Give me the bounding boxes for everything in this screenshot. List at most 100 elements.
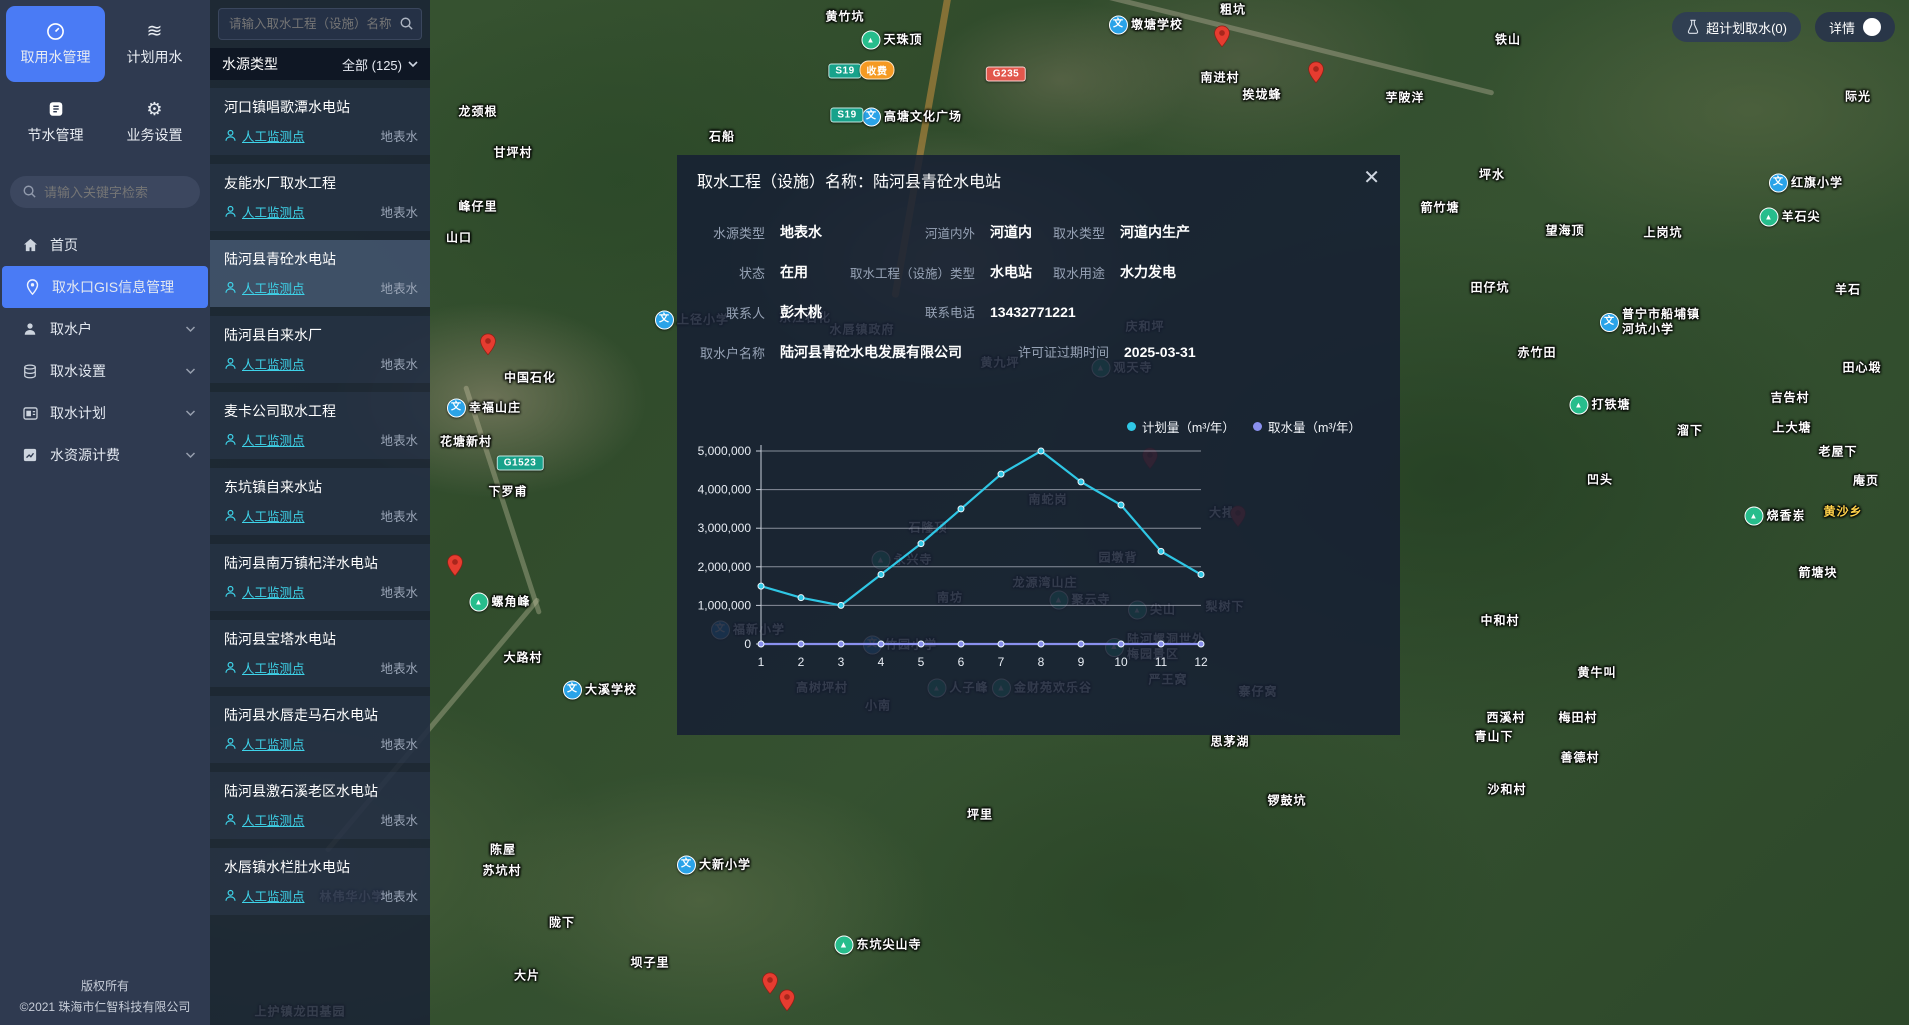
monitor-type-link[interactable]: 人工监测点	[242, 658, 305, 677]
monitor-type-link[interactable]: 人工监测点	[242, 430, 305, 449]
monitor-type-link[interactable]: 人工监测点	[242, 202, 305, 221]
search-icon[interactable]	[399, 16, 414, 36]
sidebar-item-pin[interactable]: 取水口GIS信息管理	[2, 266, 208, 308]
sidebar-item-card[interactable]: 取水计划	[0, 392, 210, 434]
modal-header: 取水工程（设施）名称：陆河县青砼水电站 ✕	[677, 155, 1400, 192]
copyright-line1: 版权所有	[0, 976, 210, 996]
detail-field: 水源类型地表水	[685, 222, 822, 242]
svg-text:6: 6	[958, 655, 965, 669]
map-poi-label[interactable]: 文大溪学校	[563, 681, 637, 700]
mountain-marker-icon: ▲	[469, 593, 488, 612]
map-poi-label[interactable]: ▲天珠顶	[861, 31, 922, 50]
note-icon	[47, 99, 65, 119]
svg-text:9: 9	[1078, 655, 1085, 669]
map-poi-label[interactable]: ▲打铁塘	[1569, 396, 1630, 415]
map-place-label: 梅田村	[1558, 711, 1597, 726]
monitor-type-link[interactable]: 人工监测点	[242, 810, 305, 829]
map-poi-label[interactable]: 文红旗小学	[1769, 174, 1843, 193]
monitor-type-link[interactable]: 人工监测点	[242, 278, 305, 297]
sidebar-search	[10, 176, 200, 208]
copyright-line2: ©2021 珠海市仁智科技有限公司	[0, 997, 210, 1017]
map-poi-label[interactable]: ▲东坑尖山寺	[834, 936, 921, 955]
facility-list-item[interactable]: 河口镇唱歌潭水电站人工监测点地表水	[210, 88, 430, 155]
toggle-knob[interactable]	[1863, 18, 1881, 36]
monitor-type-link[interactable]: 人工监测点	[242, 126, 305, 145]
module-waves[interactable]: ≋计划用水	[105, 6, 204, 82]
map-place-label: 羊石	[1835, 283, 1861, 298]
map-place-label: 大片	[514, 969, 540, 984]
person-icon	[224, 661, 237, 674]
map-poi-label[interactable]: 文高塘文化广场	[862, 108, 962, 127]
sidebar-item-home[interactable]: 首页	[0, 224, 210, 266]
close-icon[interactable]: ✕	[1361, 168, 1382, 188]
facility-list-item[interactable]: 东坑镇自来水站人工监测点地表水	[210, 468, 430, 535]
map-poi-label[interactable]: 文普宁市船埔镇 河坑小学	[1600, 307, 1700, 337]
module-note[interactable]: 节水管理	[6, 84, 105, 160]
facility-list-item[interactable]: 陆河县水唇走马石水电站人工监测点地表水	[210, 696, 430, 763]
svg-text:1: 1	[758, 655, 765, 669]
facility-search-input[interactable]	[218, 8, 422, 40]
intake-point-pin-icon[interactable]	[480, 333, 497, 356]
facility-list-item[interactable]: 友能水厂取水工程人工监测点地表水	[210, 164, 430, 231]
map-poi-label[interactable]: ▲螺角峰	[469, 593, 530, 612]
monitor-type-link[interactable]: 人工监测点	[242, 886, 305, 905]
filter-dropdown[interactable]: 全部 (125)	[342, 55, 418, 74]
field-label: 联系人	[685, 303, 780, 322]
field-label: 取水户名称	[685, 343, 780, 362]
monitor-type-link[interactable]: 人工监测点	[242, 582, 305, 601]
map-place-label: 际光	[1845, 90, 1871, 105]
facility-list-item[interactable]: 陆河县南万镇杞洋水电站人工监测点地表水	[210, 544, 430, 611]
sidebar-item-user[interactable]: 取水户	[0, 308, 210, 350]
intake-point-pin-icon[interactable]	[779, 989, 796, 1012]
facility-name: 东坑镇自来水站	[224, 477, 418, 497]
toll-badge: 收费	[860, 61, 895, 80]
map-poi-label[interactable]: ▲羊石尖	[1759, 208, 1820, 227]
monitor-type-link[interactable]: 人工监测点	[242, 354, 305, 373]
module-active-gauge[interactable]: 取用水管理	[6, 6, 105, 82]
chart-legend[interactable]: 计划量（m³/年） 取水量（m³/年）	[1127, 417, 1361, 436]
over-plan-badge[interactable]: 超计划取水(0)	[1672, 12, 1801, 42]
facility-list-item[interactable]: 麦卡公司取水工程人工监测点地表水	[210, 392, 430, 459]
facility-name: 河口镇唱歌潭水电站	[224, 97, 418, 117]
facility-list-item[interactable]: 陆河县自来水厂人工监测点地表水	[210, 316, 430, 383]
facility-list: 河口镇唱歌潭水电站人工监测点地表水友能水厂取水工程人工监测点地表水陆河县青砼水电…	[210, 80, 430, 915]
map-poi-label[interactable]: 文幸福山庄	[447, 399, 521, 418]
poi-name: 烧香岽	[1766, 509, 1805, 524]
facility-list-item[interactable]: 陆河县青砼水电站人工监测点地表水	[210, 240, 430, 307]
field-value: 河道内生产	[1120, 222, 1190, 242]
intake-point-pin-icon[interactable]	[1308, 61, 1325, 84]
sidebar-item-db[interactable]: 取水设置	[0, 350, 210, 392]
monitor-type-link[interactable]: 人工监测点	[242, 506, 305, 525]
legend-item[interactable]: 取水量（m³/年）	[1253, 417, 1361, 436]
school-marker-icon: 文	[655, 311, 674, 330]
sidebar-item-chart[interactable]: 水资源计费	[0, 434, 210, 476]
map-place-label: 坝子里	[630, 956, 669, 971]
map-place-label: 箭塘块	[1798, 566, 1837, 581]
intake-point-pin-icon[interactable]	[447, 554, 464, 577]
map-poi-label[interactable]: 文大新小学	[677, 856, 751, 875]
module-gear[interactable]: ⚙业务设置	[105, 84, 204, 160]
legend-label: 取水量（m³/年）	[1268, 417, 1361, 436]
monitor-type-link[interactable]: 人工监测点	[242, 734, 305, 753]
facility-list-item[interactable]: 陆河县宝塔水电站人工监测点地表水	[210, 620, 430, 687]
map-place-label: 南进村	[1200, 71, 1239, 86]
detail-toggle[interactable]: 详情	[1815, 12, 1895, 42]
water-source-type: 地表水	[380, 810, 418, 829]
person-icon	[224, 889, 237, 902]
intake-point-pin-icon[interactable]	[762, 972, 779, 995]
facility-list-item[interactable]: 陆河县激石溪老区水电站人工监测点 地表水	[210, 772, 430, 839]
map-poi-label[interactable]: 文墩塘学校	[1109, 16, 1183, 35]
field-value: 在用	[780, 262, 808, 282]
sidebar-search-input[interactable]	[10, 176, 200, 208]
over-plan-label: 超计划取水(0)	[1706, 18, 1787, 37]
map-place-label: 挨垅蜂	[1242, 88, 1281, 103]
legend-item[interactable]: 计划量（m³/年）	[1127, 417, 1235, 436]
map-poi-label[interactable]: ▲烧香岽	[1744, 507, 1805, 526]
intake-point-pin-icon[interactable]	[1214, 25, 1231, 48]
legend-dot	[1253, 422, 1262, 431]
facility-name: 陆河县激石溪老区水电站	[224, 781, 418, 801]
facility-list-item[interactable]: 水唇镇水栏肚水电站人工监测点地表水	[210, 848, 430, 915]
map-place-label: 思茅湖	[1210, 735, 1249, 750]
detail-row: 取水户名称陆河县青砼水电发展有限公司许可证过期时间2025-03-31	[677, 342, 1400, 382]
map-place-label: 花塘新村	[440, 435, 492, 450]
